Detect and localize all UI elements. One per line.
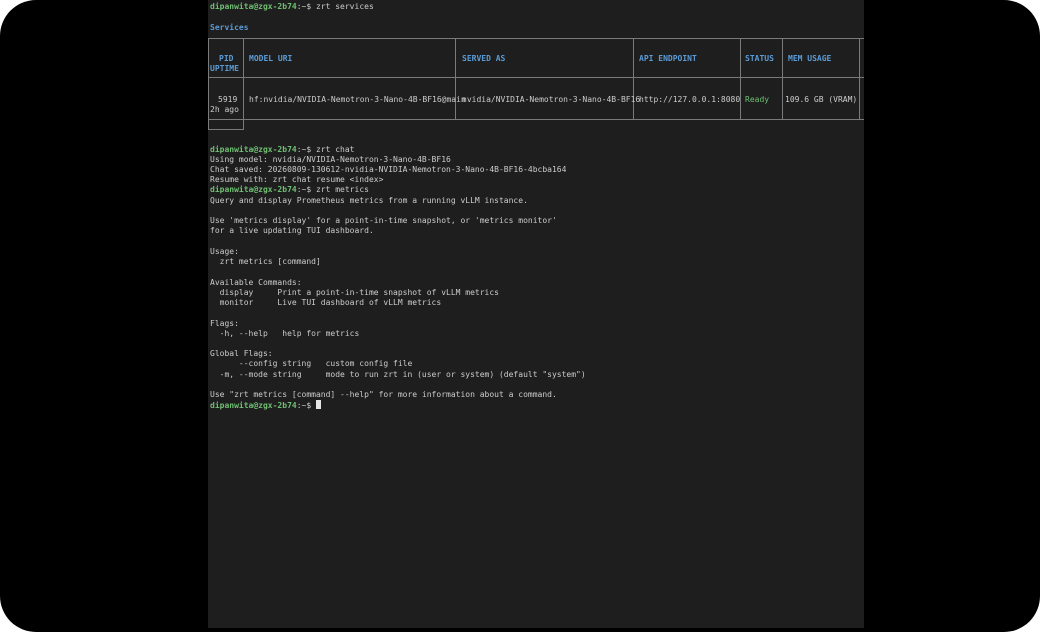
screen: dipanwita@zgx-2b74:~$ zrt services Servi… <box>0 0 1040 632</box>
metrics-hint-2: for a live updating TUI dashboard. <box>210 226 374 235</box>
header-model-uri: MODEL URI <box>249 54 293 63</box>
header-pid: PID <box>219 54 234 63</box>
flags-heading: Flags: <box>210 319 239 328</box>
metrics-description: Query and display Prometheus metrics fro… <box>210 196 528 205</box>
cell-uptime: 2h ago <box>210 105 239 114</box>
flag-config: --config string custom config file <box>210 359 413 368</box>
command-monitor: monitor Live TUI dashboard of vLLM metri… <box>210 298 442 307</box>
available-commands-heading: Available Commands: <box>210 278 302 287</box>
prompt-user-host: dipanwita@zgx-2b74 <box>210 145 297 154</box>
outer-frame: dipanwita@zgx-2b74:~$ zrt services Servi… <box>0 0 1040 632</box>
cell-pid: 5919 <box>218 95 238 104</box>
command-text: zrt services <box>315 2 374 11</box>
usage-heading: Usage: <box>210 247 239 256</box>
cell-api-endpoint: http://127.0.0.1:8080 <box>639 95 741 104</box>
command-text: zrt chat <box>315 145 355 154</box>
header-api-endpoint: API ENDPOINT <box>639 54 697 63</box>
prompt-line-current[interactable]: dipanwita@zgx-2b74:~$ <box>210 400 321 411</box>
prompt-user-host: dipanwita@zgx-2b74 <box>210 2 297 11</box>
metrics-footer: Use "zrt metrics [command] --help" for m… <box>210 390 557 399</box>
prompt-user-host: dipanwita@zgx-2b74 <box>210 401 297 410</box>
prompt-line-services: dipanwita@zgx-2b74:~$ zrt services <box>210 2 374 12</box>
usage-line: zrt metrics [command] <box>210 257 321 266</box>
flag-help: -h, --help help for metrics <box>210 329 360 338</box>
header-mem-usage: MEM USAGE <box>788 54 832 63</box>
text-cursor <box>315 400 321 409</box>
prompt-line-metrics: dipanwita@zgx-2b74:~$ zrt metrics <box>210 185 369 195</box>
flag-mode: -m, --mode string mode to run zrt in (us… <box>210 370 586 379</box>
prompt-suffix: :~$ <box>296 401 316 410</box>
prompt-suffix: :~$ <box>296 2 316 11</box>
chat-using-model: Using model: nvidia/NVIDIA-Nemotron-3-Na… <box>210 155 451 164</box>
prompt-suffix: :~$ <box>296 185 316 194</box>
cell-served-as: nvidia/NVIDIA-Nemotron-3-Nano-4B-BF16 <box>462 95 641 104</box>
chat-resume: Resume with: zrt chat resume <index> <box>210 175 384 184</box>
prompt-user-host: dipanwita@zgx-2b74 <box>210 185 297 194</box>
cell-model-uri: hf:nvidia/NVIDIA-Nemotron-3-Nano-4B-BF16… <box>249 95 466 104</box>
terminal-window[interactable]: dipanwita@zgx-2b74:~$ zrt services Servi… <box>208 0 864 628</box>
metrics-hint-1: Use 'metrics display' for a point-in-tim… <box>210 216 557 225</box>
header-uptime: UPTIME <box>210 64 239 73</box>
command-text: zrt metrics <box>315 185 369 194</box>
services-title: Services <box>210 23 249 32</box>
header-served-as: SERVED AS <box>462 54 506 63</box>
chat-saved: Chat saved: 20260809-130612-nvidia-NVIDI… <box>210 165 567 174</box>
command-display: display Print a point-in-time snapshot o… <box>210 288 499 297</box>
global-flags-heading: Global Flags: <box>210 349 273 358</box>
cell-mem-usage: 109.6 GB (VRAM) <box>785 95 858 104</box>
prompt-line-chat: dipanwita@zgx-2b74:~$ zrt chat <box>210 145 355 155</box>
prompt-suffix: :~$ <box>296 145 316 154</box>
cell-status: Ready <box>745 95 770 104</box>
header-status: STATUS <box>745 54 774 63</box>
